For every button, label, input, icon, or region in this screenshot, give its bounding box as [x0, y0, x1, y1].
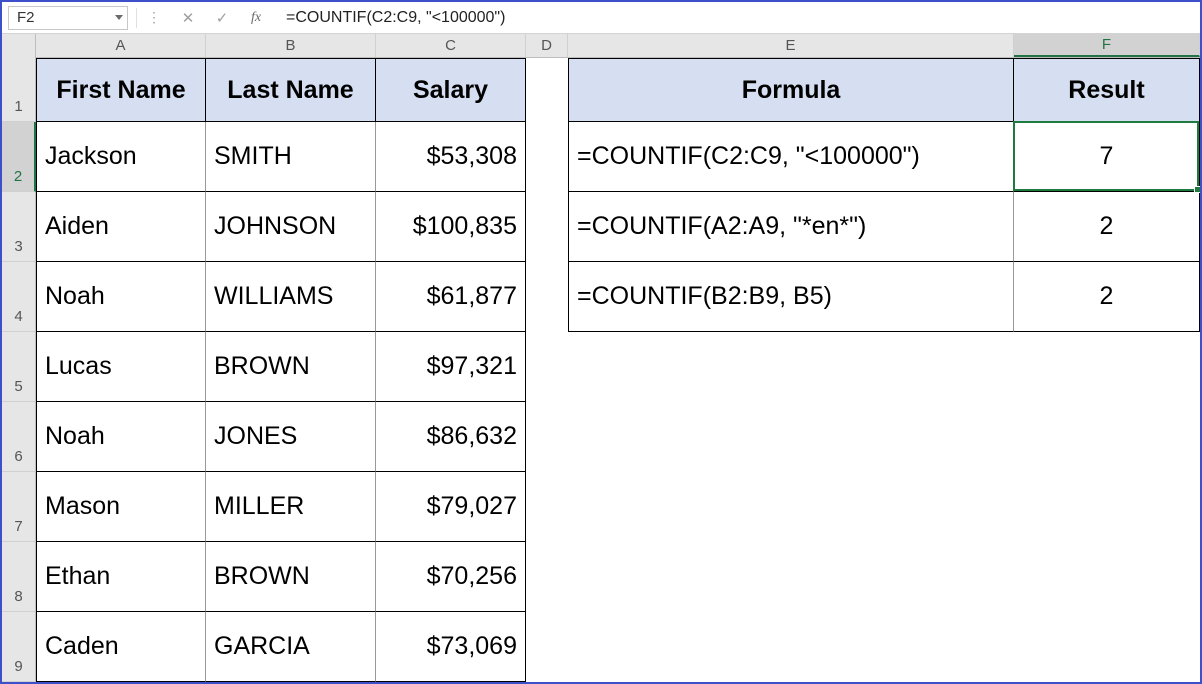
cell-last-name[interactable]: JOHNSON [206, 192, 376, 262]
header-salary[interactable]: Salary [376, 58, 526, 122]
cell-salary[interactable]: $70,256 [376, 542, 526, 612]
table-row: MasonMILLER$79,027 [36, 472, 1200, 542]
blank-cell[interactable] [1014, 472, 1200, 542]
fx-icon[interactable]: fx [246, 8, 266, 28]
cell-last-name[interactable]: BROWN [206, 542, 376, 612]
col-header-D[interactable]: D [526, 34, 568, 57]
formula-bar: F2 ⋮ ✕ ✓ fx [2, 2, 1200, 34]
cell-salary[interactable]: $86,632 [376, 402, 526, 472]
formula-bar-controls: ✕ ✓ fx [168, 8, 276, 28]
row-header-1[interactable]: 1 [2, 58, 36, 122]
cell-last-name[interactable]: GARCIA [206, 612, 376, 682]
table-row: NoahWILLIAMS$61,877 =COUNTIF(B2:B9, B5)2 [36, 262, 1200, 332]
formula-input[interactable] [276, 6, 1200, 30]
cell-last-name[interactable]: MILLER [206, 472, 376, 542]
chevron-down-icon[interactable] [115, 15, 123, 20]
cell-first-name[interactable]: Jackson [36, 122, 206, 192]
cancel-icon[interactable]: ✕ [178, 8, 198, 28]
header-formula[interactable]: Formula [568, 58, 1014, 122]
blank-cell[interactable] [526, 122, 568, 192]
blank-cell[interactable] [526, 192, 568, 262]
more-icon: ⋮ [147, 9, 162, 26]
cell-salary[interactable]: $53,308 [376, 122, 526, 192]
cell-result[interactable]: 2 [1014, 192, 1200, 262]
cell-formula[interactable]: =COUNTIF(B2:B9, B5) [568, 262, 1014, 332]
blank-cell[interactable] [1014, 402, 1200, 472]
row-header-6[interactable]: 6 [2, 402, 36, 472]
col-header-E[interactable]: E [568, 34, 1014, 57]
active-cell-ref: F2 [17, 9, 35, 26]
cell-first-name[interactable]: Lucas [36, 332, 206, 402]
cell-formula[interactable]: =COUNTIF(A2:A9, "*en*") [568, 192, 1014, 262]
cell-result[interactable]: 7 [1014, 122, 1200, 192]
table-row: AidenJOHNSON$100,835 =COUNTIF(A2:A9, "*en… [36, 192, 1200, 262]
cell-salary[interactable]: $79,027 [376, 472, 526, 542]
col-header-F[interactable]: F [1014, 34, 1200, 57]
col-header-C[interactable]: C [376, 34, 526, 57]
header-result[interactable]: Result [1014, 58, 1200, 122]
blank-cell[interactable] [526, 58, 568, 122]
cell-last-name[interactable]: WILLIAMS [206, 262, 376, 332]
blank-cell[interactable] [526, 542, 568, 612]
cell-salary[interactable]: $97,321 [376, 332, 526, 402]
table-row: JacksonSMITH$53,308 =COUNTIF(C2:C9, "<100… [36, 122, 1200, 192]
cell-salary[interactable]: $61,877 [376, 262, 526, 332]
blank-cell[interactable] [568, 542, 1014, 612]
cell-salary[interactable]: $73,069 [376, 612, 526, 682]
row-header-2[interactable]: 2 [2, 122, 36, 192]
cell-first-name[interactable]: Aiden [36, 192, 206, 262]
cell-first-name[interactable]: Ethan [36, 542, 206, 612]
blank-cell[interactable] [568, 332, 1014, 402]
blank-cell[interactable] [526, 262, 568, 332]
row-header-5[interactable]: 5 [2, 332, 36, 402]
blank-cell[interactable] [1014, 542, 1200, 612]
cell-first-name[interactable]: Mason [36, 472, 206, 542]
cells-container: First Name Last Name Salary Formula Resu… [36, 58, 1200, 682]
blank-cell[interactable] [1014, 332, 1200, 402]
blank-cell[interactable] [526, 332, 568, 402]
row-header-4[interactable]: 4 [2, 262, 36, 332]
blank-cell[interactable] [568, 472, 1014, 542]
cell-last-name[interactable]: JONES [206, 402, 376, 472]
cell-last-name[interactable]: SMITH [206, 122, 376, 192]
blank-cell[interactable] [568, 612, 1014, 682]
cell-first-name[interactable]: Noah [36, 402, 206, 472]
row-headers: 1 2 3 4 5 6 7 8 9 [2, 58, 36, 682]
row-header-3[interactable]: 3 [2, 192, 36, 262]
blank-cell[interactable] [1014, 612, 1200, 682]
cell-first-name[interactable]: Caden [36, 612, 206, 682]
table-row: CadenGARCIA$73,069 [36, 612, 1200, 682]
cell-formula[interactable]: =COUNTIF(C2:C9, "<100000") [568, 122, 1014, 192]
header-last-name[interactable]: Last Name [206, 58, 376, 122]
blank-cell[interactable] [568, 402, 1014, 472]
table-row: NoahJONES$86,632 [36, 402, 1200, 472]
divider [136, 8, 137, 28]
row-header-7[interactable]: 7 [2, 472, 36, 542]
column-headers: A B C D E F [2, 34, 1200, 58]
cell-result[interactable]: 2 [1014, 262, 1200, 332]
header-first-name[interactable]: First Name [36, 58, 206, 122]
col-header-B[interactable]: B [206, 34, 376, 57]
table-row: LucasBROWN$97,321 [36, 332, 1200, 402]
cell-first-name[interactable]: Noah [36, 262, 206, 332]
cell-last-name[interactable]: BROWN [206, 332, 376, 402]
row-header-8[interactable]: 8 [2, 542, 36, 612]
table-row: First Name Last Name Salary Formula Resu… [36, 58, 1200, 122]
row-header-9[interactable]: 9 [2, 612, 36, 682]
blank-cell[interactable] [526, 612, 568, 682]
col-header-A[interactable]: A [36, 34, 206, 57]
blank-cell[interactable] [526, 402, 568, 472]
spreadsheet-grid: A B C D E F 1 2 3 4 5 6 7 8 9 First Name… [2, 34, 1200, 682]
select-all-corner[interactable] [2, 34, 36, 58]
blank-cell[interactable] [526, 472, 568, 542]
cell-salary[interactable]: $100,835 [376, 192, 526, 262]
table-row: EthanBROWN$70,256 [36, 542, 1200, 612]
confirm-icon[interactable]: ✓ [212, 8, 232, 28]
name-box[interactable]: F2 [8, 6, 128, 30]
